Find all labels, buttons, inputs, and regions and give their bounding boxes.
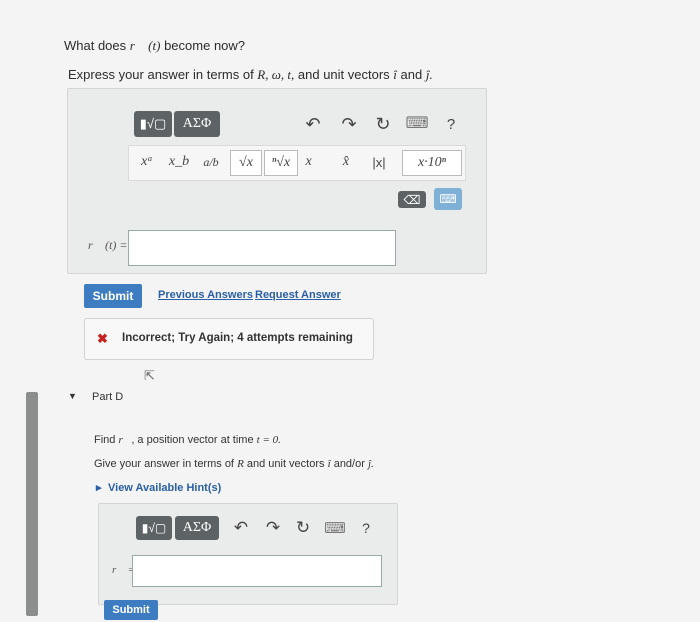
- scrollbar[interactable]: [26, 392, 38, 616]
- part-d-greek-button[interactable]: ΑΣΦ: [175, 516, 219, 540]
- previous-answers-link[interactable]: Previous Answers: [158, 289, 253, 301]
- collapse-icon[interactable]: ▼: [68, 391, 77, 401]
- nth-root-button[interactable]: ⁿ√x: [264, 150, 298, 176]
- delete-icon[interactable]: ⌫: [398, 191, 426, 208]
- part-d-instruction: Give your answer in terms of R and unit …: [94, 458, 374, 470]
- answer-label: r⃗ (t) =: [88, 238, 128, 252]
- part-d-undo-icon[interactable]: ↶: [230, 516, 252, 540]
- superscript-button[interactable]: xᵃ: [134, 150, 160, 174]
- part-d-redo-icon[interactable]: ↷: [262, 516, 284, 540]
- scientific-notation-button[interactable]: x·10ⁿ: [402, 150, 462, 176]
- part-d-submit-button[interactable]: Submit: [104, 600, 158, 620]
- reset-icon[interactable]: ↻: [372, 111, 394, 137]
- incorrect-icon: ✖: [97, 331, 108, 346]
- part-d-keyboard-icon[interactable]: ⌨: [322, 517, 348, 539]
- express-instruction: Express your answer in terms of R, ω, t,…: [68, 67, 433, 82]
- template-icon[interactable]: ▮√▢: [134, 111, 172, 137]
- part-d-help-button[interactable]: ?: [358, 516, 374, 540]
- keyboard-toggle-icon[interactable]: ⌨: [434, 188, 462, 210]
- part-d-question: Find r⃗, a position vector at time t = 0…: [94, 434, 281, 446]
- view-hints-link[interactable]: View Available Hint(s): [108, 482, 221, 494]
- help-button[interactable]: ?: [442, 111, 460, 137]
- keyboard-icon[interactable]: ⌨: [404, 112, 430, 134]
- cursor-icon: ⇱: [144, 368, 155, 383]
- part-d-title: Part D: [92, 391, 124, 403]
- answer-input[interactable]: [128, 230, 396, 266]
- feedback-text: Incorrect; Try Again; 4 attempts remaini…: [122, 332, 353, 344]
- part-d-reset-icon[interactable]: ↻: [292, 516, 314, 540]
- undo-icon[interactable]: ↶: [302, 111, 324, 137]
- request-answer-link[interactable]: Request Answer: [255, 289, 341, 301]
- unit-vector-button[interactable]: x̂: [334, 150, 358, 174]
- redo-icon[interactable]: ↷: [338, 111, 360, 137]
- absolute-value-button[interactable]: |x|: [364, 150, 394, 174]
- part-d-template-icon[interactable]: ▮√▢: [136, 516, 172, 540]
- greek-symbols-button[interactable]: ΑΣΦ: [174, 111, 220, 137]
- subscript-button[interactable]: x_b: [166, 150, 192, 174]
- fraction-button[interactable]: a/b: [198, 150, 224, 174]
- part-d-answer-input[interactable]: [132, 555, 382, 587]
- hint-expand-icon[interactable]: ▸: [96, 481, 102, 494]
- vector-button[interactable]: x⃗: [302, 150, 326, 174]
- sqrt-button[interactable]: √x: [230, 150, 262, 176]
- submit-button[interactable]: Submit: [84, 284, 142, 308]
- question-text: What does r⃗ (t) become now?: [64, 38, 246, 53]
